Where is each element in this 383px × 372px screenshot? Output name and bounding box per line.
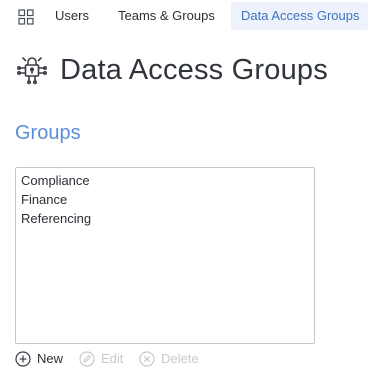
delete-button-label: Delete xyxy=(161,351,199,366)
group-list-item[interactable]: Finance xyxy=(16,190,314,209)
pencil-circle-icon xyxy=(79,351,95,367)
nav-tab-teams-groups[interactable]: Teams & Groups xyxy=(118,2,215,30)
edit-button-label: Edit xyxy=(101,351,124,366)
plus-circle-icon xyxy=(15,351,31,367)
section-title-groups: Groups xyxy=(15,122,81,144)
group-list-item[interactable]: Referencing xyxy=(16,209,314,228)
top-nav: Users Teams & Groups Data Access Groups xyxy=(0,0,383,34)
groups-listbox[interactable]: Compliance Finance Referencing xyxy=(15,167,315,344)
lock-network-icon xyxy=(16,57,47,85)
grid-icon[interactable] xyxy=(18,9,34,25)
group-list-item[interactable]: Compliance xyxy=(16,171,314,190)
new-button-label: New xyxy=(37,351,64,366)
page-title: Data Access Groups xyxy=(60,54,328,86)
x-circle-icon xyxy=(139,351,155,367)
nav-tab-users[interactable]: Users xyxy=(55,2,89,30)
nav-tab-data-access-groups[interactable]: Data Access Groups xyxy=(231,2,368,30)
